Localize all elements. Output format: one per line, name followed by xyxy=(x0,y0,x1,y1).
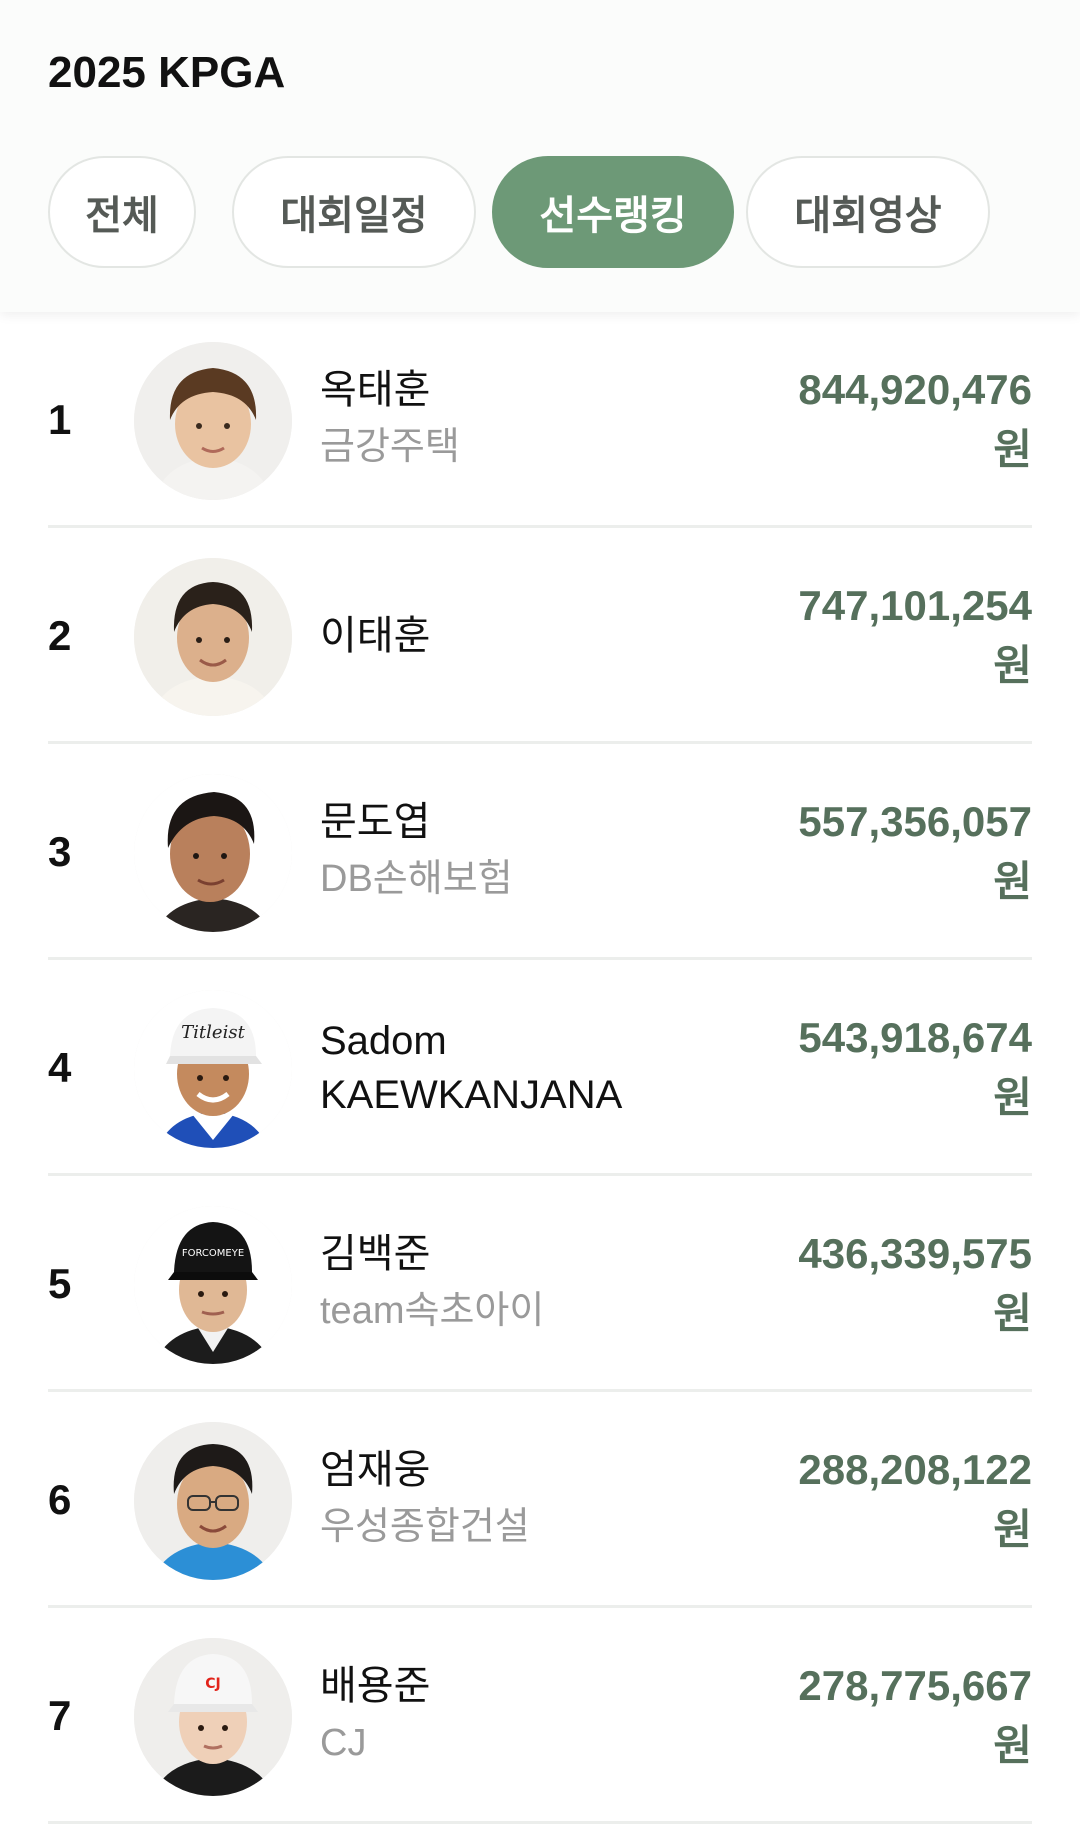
prize-amount: 557,356,057 xyxy=(798,798,1032,845)
player-avatar xyxy=(134,1422,292,1580)
player-info: Sadom KAEWKANJANA xyxy=(320,960,740,1176)
rank-number: 1 xyxy=(48,396,72,443)
player-name: 김백준 xyxy=(320,1232,431,1276)
top-header: 2025 KPGA 전체 대회일정 선수랭킹 대회영상 xyxy=(0,0,1080,312)
prize-amount: 747,101,254 xyxy=(798,582,1032,629)
ranking-row[interactable]: 3 문도엽 DB손해보험 557,356,057 원 xyxy=(0,744,1080,960)
prize-money: 844,920,476 원 xyxy=(712,312,1032,528)
player-name: 배용준 xyxy=(320,1664,431,1708)
player-name: 문도엽 xyxy=(320,800,431,844)
ranking-row[interactable]: 5 FORCOMEYE 김백준 team속초아이 436,339,575 원 xyxy=(0,1176,1080,1392)
player-team: team속초아이 xyxy=(320,1290,545,1332)
rank-number: 5 xyxy=(48,1260,72,1307)
prize-amount: 288,208,122 xyxy=(798,1446,1032,1493)
prize-money: 747,101,254 원 xyxy=(712,528,1032,744)
player-avatar xyxy=(134,774,292,932)
prize-unit: 원 xyxy=(993,1722,1032,1769)
prize-money: 436,339,575 원 xyxy=(712,1176,1032,1392)
player-info: 옥태훈 금강주택 xyxy=(320,312,740,528)
player-info: 김백준 team속초아이 xyxy=(320,1176,740,1392)
player-team: CJ xyxy=(320,1722,367,1764)
prize-unit: 원 xyxy=(993,1506,1032,1553)
player-info: 엄재웅 우성종합건설 xyxy=(320,1392,740,1608)
player-info: 배용준 CJ xyxy=(320,1608,740,1824)
tab-schedule[interactable]: 대회일정 xyxy=(232,156,476,268)
player-team: DB손해보험 xyxy=(320,858,513,900)
svg-text:Titleist: Titleist xyxy=(181,1022,245,1043)
rank-number: 3 xyxy=(48,828,72,875)
rank-number: 7 xyxy=(48,1692,72,1739)
prize-unit: 원 xyxy=(993,1074,1032,1121)
tab-player-ranking[interactable]: 선수랭킹 xyxy=(492,156,734,268)
player-avatar: CJ xyxy=(134,1638,292,1796)
player-name: 엄재웅 xyxy=(320,1448,431,1492)
prize-amount: 278,775,667 xyxy=(798,1662,1032,1709)
player-name: Sadom KAEWKANJANA xyxy=(320,1019,623,1117)
prize-amount: 436,339,575 xyxy=(798,1230,1032,1277)
rank-number: 2 xyxy=(48,612,72,659)
prize-money: 288,208,122 원 xyxy=(712,1392,1032,1608)
player-team: 금강주택 xyxy=(320,426,460,468)
ranking-row[interactable]: 7 CJ 배용준 CJ 278,775,667 원 xyxy=(0,1608,1080,1824)
player-info: 문도엽 DB손해보험 xyxy=(320,744,740,960)
prize-unit: 원 xyxy=(993,858,1032,905)
prize-amount: 844,920,476 xyxy=(798,366,1032,413)
svg-text:CJ: CJ xyxy=(205,1676,220,1692)
tab-all[interactable]: 전체 xyxy=(48,156,196,268)
prize-amount: 543,918,674 xyxy=(798,1014,1032,1061)
prize-unit: 원 xyxy=(993,642,1032,689)
prize-unit: 원 xyxy=(993,1290,1032,1337)
player-name: 옥태훈 xyxy=(320,368,431,412)
ranking-row[interactable]: 4 Titleist Sadom KAEWKANJANA 543,918,674… xyxy=(0,960,1080,1176)
player-avatar: FORCOMEYE xyxy=(134,1206,292,1364)
prize-money: 557,356,057 원 xyxy=(712,744,1032,960)
ranking-row[interactable]: 1 옥태훈 금강주택 844,920,476 원 xyxy=(0,312,1080,528)
rank-number: 4 xyxy=(48,1044,72,1091)
ranking-row[interactable]: 2 이태훈 747,101,254 원 xyxy=(0,528,1080,744)
ranking-row[interactable]: 6 엄재웅 우성종합건설 288,208,122 원 xyxy=(0,1392,1080,1608)
prize-money: 543,918,674 원 xyxy=(712,960,1032,1176)
player-name: 이태훈 xyxy=(320,614,431,658)
player-info: 이태훈 xyxy=(320,528,740,744)
tab-videos[interactable]: 대회영상 xyxy=(746,156,990,268)
prize-money: 278,775,667 원 xyxy=(712,1608,1032,1824)
svg-text:FORCOMEYE: FORCOMEYE xyxy=(182,1248,244,1259)
page-title: 2025 KPGA xyxy=(48,48,286,97)
rank-number: 6 xyxy=(48,1476,72,1523)
prize-unit: 원 xyxy=(993,426,1032,473)
player-avatar: Titleist xyxy=(134,990,292,1148)
player-team: 우성종합건설 xyxy=(320,1506,530,1548)
player-avatar xyxy=(134,558,292,716)
player-avatar xyxy=(134,342,292,500)
